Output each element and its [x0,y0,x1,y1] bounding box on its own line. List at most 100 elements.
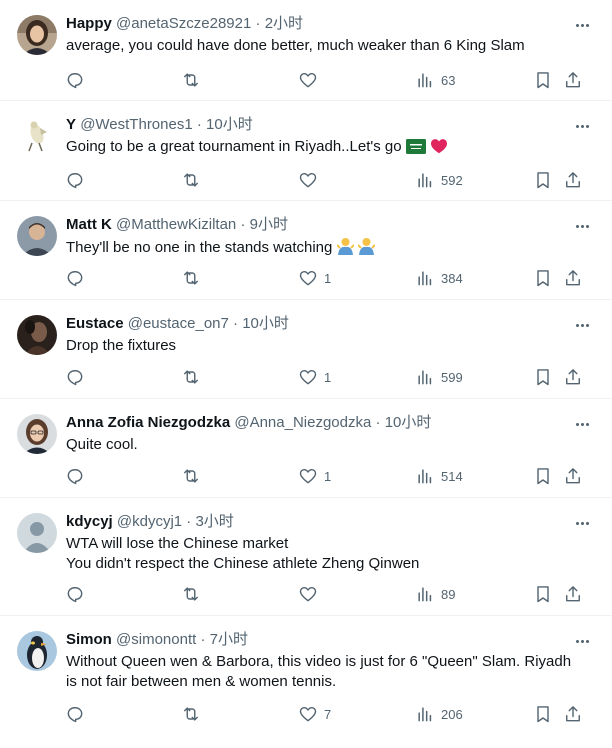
display-name[interactable]: Matt K [66,216,112,233]
like-button[interactable]: 1 [298,465,331,487]
like-count: 1 [324,369,332,385]
user-handle[interactable]: @simonontt [116,631,196,648]
display-name[interactable]: Anna Zofia Niezgodzka [66,414,230,431]
avatar[interactable] [17,315,57,355]
views-button[interactable]: 89 [415,583,455,605]
tweet-header: Eustace @eustace_on7 · 10小时 [66,314,289,334]
tweet[interactable]: kdycyj @kdycyj1 · 3小时 WTA will lose the … [0,498,612,616]
tweet[interactable]: Y @WestThrones1 · 10小时 Going to be a gre… [0,101,612,201]
user-handle[interactable]: @MatthewKiziltan [116,216,236,233]
reply-button[interactable] [65,703,85,725]
display-name[interactable]: Y [66,116,76,133]
display-name[interactable]: kdycyj [66,513,113,530]
reply-button[interactable] [65,69,85,91]
more-icon[interactable] [572,516,592,530]
share-button[interactable] [563,169,583,191]
more-icon[interactable] [572,18,592,32]
retweet-button[interactable] [181,169,201,191]
avatar[interactable] [17,414,57,454]
retweet-button[interactable] [181,69,201,91]
reply-button[interactable] [65,366,85,388]
timestamp[interactable]: 10小时 [385,414,432,431]
view-count: 592 [441,172,463,188]
like-button[interactable]: 7 [298,703,331,725]
share-button[interactable] [563,69,583,91]
user-handle[interactable]: @eustace_on7 [128,315,229,332]
retweet-button[interactable] [181,267,201,289]
reply-button[interactable] [65,267,85,289]
bookmark-button[interactable] [533,703,553,725]
tweet[interactable]: Anna Zofia Niezgodzka @Anna_Niezgodzka ·… [0,399,612,498]
like-button[interactable] [298,583,324,605]
avatar[interactable] [17,631,57,671]
avatar[interactable] [17,15,57,55]
timestamp[interactable]: 7小时 [210,631,248,648]
timestamp[interactable]: 3小时 [195,513,233,530]
timestamp[interactable]: 2小时 [265,15,303,32]
action-bar: 7 206 [0,703,612,725]
separator-dot: · [196,116,202,133]
user-handle[interactable]: @WestThrones1 [80,116,193,133]
share-button[interactable] [563,703,583,725]
avatar[interactable] [17,216,57,256]
retweet-icon [184,370,198,384]
tweet[interactable]: Matt K @MatthewKiziltan · 9小时 They'll be… [0,201,612,300]
bookmark-button[interactable] [533,267,553,289]
user-handle[interactable]: @anetaSzcze28921 [116,15,251,32]
share-button[interactable] [563,267,583,289]
timestamp[interactable]: 10小时 [242,315,289,332]
bookmark-button[interactable] [533,169,553,191]
like-button[interactable] [298,69,324,91]
retweet-button[interactable] [181,583,201,605]
display-name[interactable]: Eustace [66,315,124,332]
share-button[interactable] [563,465,583,487]
like-button[interactable]: 1 [298,366,331,388]
views-button[interactable]: 599 [415,366,463,388]
retweet-button[interactable] [181,366,201,388]
share-button[interactable] [563,366,583,388]
red-heart-icon [430,139,447,154]
like-button[interactable]: 1 [298,267,331,289]
timestamp[interactable]: 10小时 [206,116,253,133]
more-icon[interactable] [572,318,592,332]
views-button[interactable]: 206 [415,703,463,725]
avatar[interactable] [17,116,57,156]
views-button[interactable]: 514 [415,465,463,487]
timestamp[interactable]: 9小时 [250,216,288,233]
retweet-button[interactable] [181,703,201,725]
views-button[interactable]: 63 [415,69,455,91]
like-button[interactable] [298,169,324,191]
like-count: 1 [324,468,332,484]
more-icon[interactable] [572,417,592,431]
tweet[interactable]: Happy @anetaSzcze28921 · 2小时 average, yo… [0,0,612,101]
more-icon[interactable] [572,634,592,648]
bookmark-button[interactable] [533,366,553,388]
display-name[interactable]: Simon [66,631,112,648]
view-count: 384 [441,270,463,286]
views-button[interactable]: 384 [415,267,463,289]
tweet-header: kdycyj @kdycyj1 · 3小时 [66,512,234,532]
penguin-photo-icon [17,631,57,671]
views-button[interactable]: 592 [415,169,463,191]
more-icon[interactable] [572,219,592,233]
tweet[interactable]: Simon @simonontt · 7小时 Without Queen wen… [0,616,612,748]
reply-button[interactable] [65,169,85,191]
retweet-button[interactable] [181,465,201,487]
more-icon[interactable] [572,119,592,133]
user-handle[interactable]: @Anna_Niezgodzka [234,414,371,431]
reply-icon [67,173,83,189]
tweet-text-line: WTA will lose the Chinese market [66,535,289,552]
bookmark-icon [537,586,549,603]
avatar[interactable] [17,513,57,553]
bookmark-button[interactable] [533,465,553,487]
reply-button[interactable] [65,583,85,605]
tweet[interactable]: Eustace @eustace_on7 · 10小时 Drop the fix… [0,300,612,399]
man-shrugging-icon [336,238,354,255]
reply-button[interactable] [65,465,85,487]
display-name[interactable]: Happy [66,15,112,32]
user-handle[interactable]: @kdycyj1 [117,513,182,530]
bookmark-button[interactable] [533,69,553,91]
share-button[interactable] [563,583,583,605]
bookmark-button[interactable] [533,583,553,605]
tweet-text-line: You didn't respect the Chinese athlete Z… [66,555,420,572]
